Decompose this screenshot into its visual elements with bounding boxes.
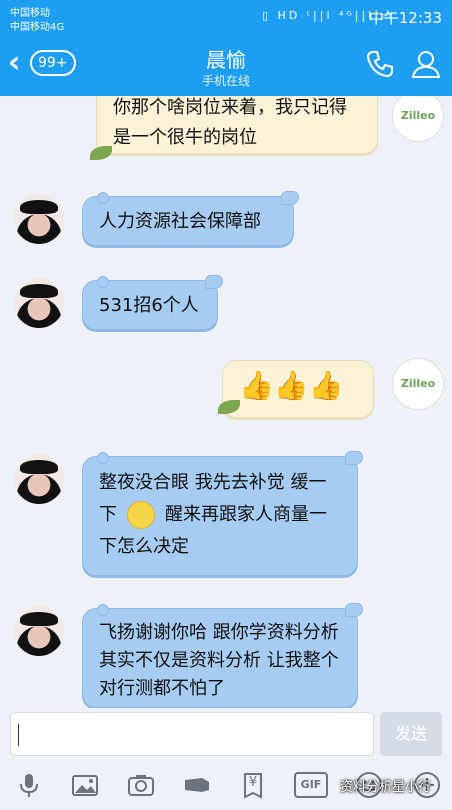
- phone-call-button[interactable]: [364, 48, 396, 80]
- gif-icon[interactable]: GIF: [294, 772, 328, 798]
- yuan-icon[interactable]: ¥: [238, 770, 268, 800]
- profile-button[interactable]: [410, 48, 442, 80]
- composer: 发送: [0, 708, 452, 760]
- image-icon[interactable]: [70, 770, 100, 800]
- message-text: 飞扬谢谢你哈 跟你学资料分析其实不仅是资料分析 让我整个对行测都不怕了: [99, 622, 339, 699]
- message-text: 你那个啥岗位来着，我只记得是一个很牛的岗位: [113, 97, 347, 148]
- text-caret: [18, 724, 19, 746]
- message-text: 531招6个人: [99, 295, 199, 316]
- message-bubble-incoming[interactable]: 整夜没合眼 我先去补觉 缓一下 醒来再跟家人商量一下怎么决定: [82, 451, 363, 576]
- self-avatar[interactable]: Zilleo: [392, 358, 444, 410]
- self-avatar-text: Zilleo: [400, 109, 436, 122]
- thumbs-up-icon: 👍👍👍: [239, 369, 344, 402]
- chat-header: ‹ 99+ 晨愉 手机在线: [0, 34, 452, 96]
- microphone-icon[interactable]: [14, 770, 44, 800]
- send-button[interactable]: 发送: [380, 712, 442, 756]
- contact-avatar[interactable]: [14, 278, 64, 328]
- camera-icon[interactable]: [126, 770, 156, 800]
- carrier-primary: 中国移动: [10, 8, 50, 19]
- gif-label: GIF: [300, 778, 322, 791]
- message-bubble-incoming[interactable]: 飞扬谢谢你哈 跟你学资料分析其实不仅是资料分析 让我整个对行测都不怕了: [82, 603, 363, 708]
- carrier-secondary: 中国移动4G: [10, 22, 65, 33]
- message-input[interactable]: [10, 712, 374, 756]
- status-time: 中午12:33: [368, 9, 442, 27]
- contact-avatar[interactable]: [14, 606, 64, 656]
- status-bar: 中国移动 中国移动4G ▯ HD ᵗ||l ⁴ᴳ||l ▭ 中午12:33: [0, 0, 452, 34]
- smile-emoji-icon: [127, 501, 155, 529]
- message-text: 人力资源社会保障部: [99, 211, 261, 232]
- message-bubble-outgoing[interactable]: 你那个啥岗位来着，我只记得是一个很牛的岗位: [96, 96, 378, 154]
- message-bubble-incoming[interactable]: 531招6个人: [82, 275, 223, 330]
- contact-avatar[interactable]: [14, 194, 64, 244]
- phone-icon: [366, 51, 393, 78]
- message-bubble-incoming[interactable]: 人力资源社会保障部: [82, 191, 299, 246]
- message-bubble-outgoing[interactable]: 👍👍👍: [222, 360, 374, 418]
- message-list[interactable]: 你那个啥岗位来着，我只记得是一个很牛的岗位 Zilleo 人力资源社会保障部 5…: [0, 96, 452, 708]
- yuan-label: ¥: [248, 775, 258, 790]
- person-icon: [411, 51, 441, 78]
- self-avatar[interactable]: Zilleo: [392, 96, 444, 142]
- watermark: 资料分析星小行: [340, 780, 432, 795]
- contact-avatar[interactable]: [14, 454, 64, 504]
- leaf-decoration: [90, 146, 112, 160]
- self-avatar-text: Zilleo: [400, 377, 436, 390]
- red-packet-icon[interactable]: [182, 770, 212, 800]
